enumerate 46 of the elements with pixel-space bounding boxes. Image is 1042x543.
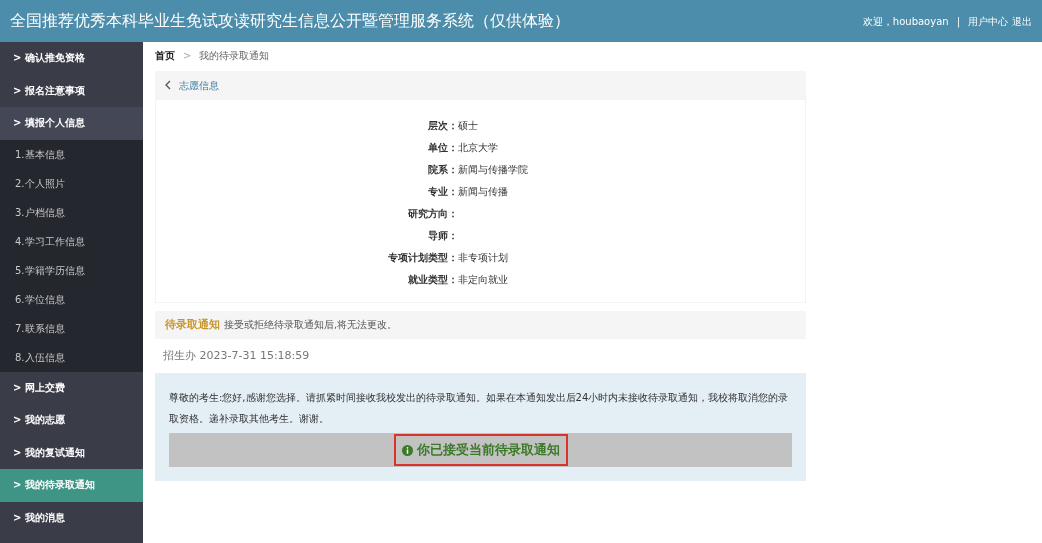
sidebar-item[interactable]: > 网上交费 [0,371,143,404]
field-value: 新闻与传播 [458,184,508,199]
breadcrumb-link[interactable]: 首页 [155,48,175,63]
header-link[interactable]: 退出 [1012,13,1032,29]
status-message: 你已接受当前待录取通知 [393,434,568,466]
sidebar-subitem[interactable]: 4.学习工作信息 [0,226,143,256]
info-icon [401,444,413,456]
field-label: 层次： [427,118,458,133]
chevron-left-icon [165,80,171,90]
field-value: 新闻与传播学院 [458,162,528,177]
sidebar-subitem[interactable]: 2.个人照片 [0,168,143,198]
sidebar-item[interactable]: > 报名注意事项 [0,74,143,107]
welcome-text: 欢迎，houbaoyan [862,14,949,29]
field-label: 专项计划类型： [387,250,458,265]
breadcrumb-current: 我的待录取通知 [199,49,270,63]
sidebar-item[interactable]: > 我的复试通知 [0,436,143,469]
sidebar-item[interactable]: > 我的消息 [0,501,143,534]
notice-title: 待录取通知 [165,316,220,333]
field-value: 非专项计划 [458,250,508,265]
notice-hint: 接受或拒绝待录取通知后,将无法更改。 [224,317,398,332]
field-value: 硕士 [458,118,478,133]
field-label: 就业类型： [407,272,458,287]
sidebar-subitem[interactable]: 8.入伍信息 [0,342,143,372]
notice-message: 尊敬的考生:您好,感谢您选择。请抓紧时间接收我校发出的待录取通知。如果在本通知发出后24小时内未接收待录取通知，我校将取消您的录取资格。递补录取其他考生。谢谢。 [169,391,790,426]
notice-sender: 招生办 2023-7-31 15:18:59 [163,347,310,364]
field-value: 非定向就业 [458,272,508,287]
back-link[interactable]: 志愿信息 [165,77,219,93]
system-title: 全国推荐优秀本科毕业生免试攻读研究生信息公开暨管理服务系统（仅供体验） [10,10,570,32]
sidebar-item[interactable]: > 我的待录取通知 [0,469,143,502]
sidebar-subitem[interactable]: 6.学位信息 [0,284,143,314]
header-link[interactable]: 用户中心 [968,13,1008,29]
field-label: 专业： [427,184,458,199]
separator-text: | [956,14,960,29]
field-label: 院系： [427,162,458,177]
sidebar-subitem[interactable]: 1.基本信息 [0,139,143,169]
field-label: 研究方向： [407,206,458,221]
sidebar-item[interactable]: > 确认推免资格 [0,42,143,75]
sidebar-subitem[interactable]: 3.户档信息 [0,197,143,227]
sidebar-item[interactable]: > 我的志愿 [0,404,143,437]
sidebar-subitem[interactable]: 7.联系信息 [0,313,143,343]
field-value: 北京大学 [458,140,498,155]
field-label: 导师： [427,228,458,243]
breadcrumb-separator: > [183,49,192,63]
sidebar-subitem[interactable]: 5.学籍学历信息 [0,255,143,285]
sidebar-item[interactable]: > 填报个人信息 [0,107,143,140]
field-label: 单位： [427,140,458,155]
